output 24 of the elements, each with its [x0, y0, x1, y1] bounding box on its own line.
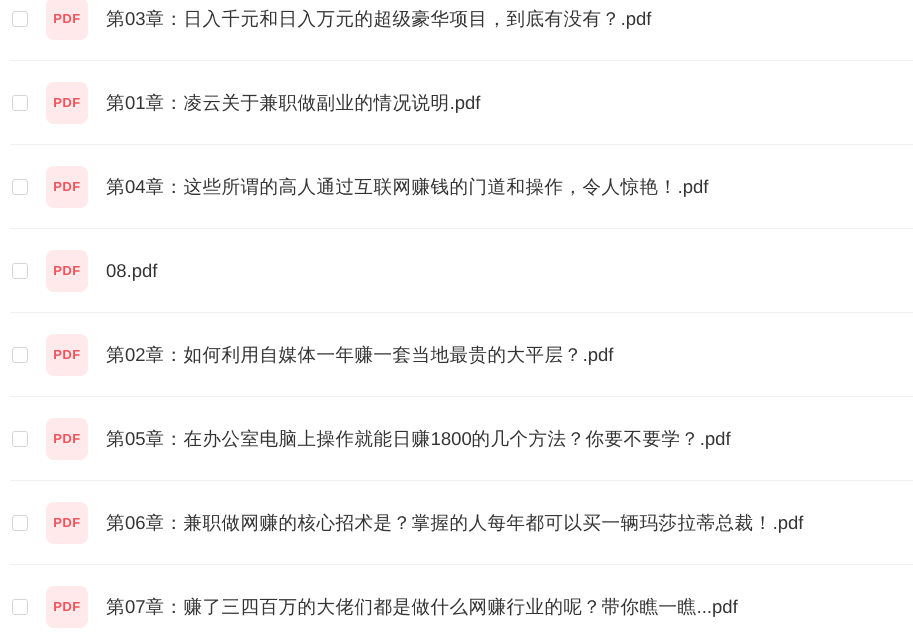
- pdf-file-icon: PDF: [46, 418, 88, 460]
- checkbox[interactable]: [12, 94, 28, 110]
- pdf-file-icon: PDF: [46, 334, 88, 376]
- pdf-file-icon: PDF: [46, 502, 88, 544]
- checkbox[interactable]: [12, 178, 28, 194]
- checkbox[interactable]: [12, 430, 28, 446]
- file-name[interactable]: 08.pdf: [106, 260, 158, 282]
- pdf-file-icon: PDF: [46, 0, 88, 40]
- checkbox[interactable]: [12, 10, 28, 26]
- file-name[interactable]: 第01章：凌云关于兼职做副业的情况说明.pdf: [106, 90, 480, 115]
- pdf-file-icon: PDF: [46, 166, 88, 208]
- checkbox[interactable]: [12, 346, 28, 362]
- file-name[interactable]: 第06章：兼职做网赚的核心招术是？掌握的人每年都可以买一辆玛莎拉蒂总裁！.pdf: [106, 510, 804, 535]
- checkbox[interactable]: [12, 598, 28, 614]
- pdf-file-icon: PDF: [46, 586, 88, 628]
- file-name[interactable]: 第07章：赚了三四百万的大佬们都是做什么网赚行业的呢？带你瞧一瞧...pdf: [106, 594, 738, 619]
- checkbox[interactable]: [12, 262, 28, 278]
- pdf-file-icon: PDF: [46, 82, 88, 124]
- file-name[interactable]: 第02章：如何利用自媒体一年赚一套当地最贵的大平层？.pdf: [106, 342, 614, 367]
- checkbox[interactable]: [12, 514, 28, 530]
- pdf-file-icon: PDF: [46, 250, 88, 292]
- file-name[interactable]: 第05章：在办公室电脑上操作就能日赚1800的几个方法？你要不要学？.pdf: [106, 426, 731, 451]
- file-name[interactable]: 第04章：这些所谓的高人通过互联网赚钱的门道和操作，令人惊艳！.pdf: [106, 174, 708, 199]
- file-name[interactable]: 第03章：日入千元和日入万元的超级豪华项目，到底有没有？.pdf: [106, 6, 652, 31]
